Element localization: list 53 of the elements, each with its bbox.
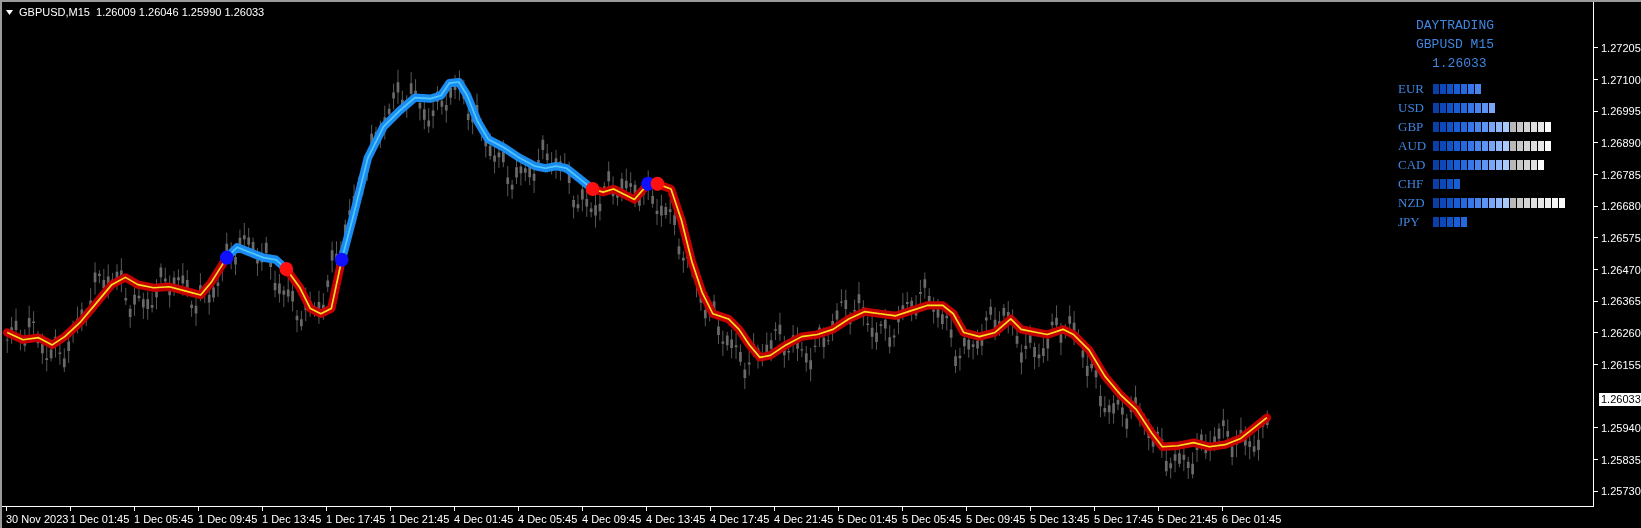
panel-price: 1.26033 xyxy=(1432,55,1487,73)
dropdown-caret-icon[interactable] xyxy=(6,9,13,15)
currency-label: JPY xyxy=(1398,213,1421,230)
time-tick: 5 Dec 01:45 xyxy=(838,513,899,525)
price-tick: 1.26680 xyxy=(1601,200,1641,213)
time-tick: 1 Dec 21:45 xyxy=(390,513,451,525)
price-tick: 1.26470 xyxy=(1601,263,1641,276)
signal-dot xyxy=(334,252,349,267)
price-tick: 1.25940 xyxy=(1601,421,1641,434)
currency-label: GBP xyxy=(1398,118,1425,135)
price-tick: 1.26995 xyxy=(1601,105,1641,118)
price-tick: 1.26260 xyxy=(1601,326,1641,339)
price-tick: 1.27205 xyxy=(1601,41,1641,54)
currency-label: AUD xyxy=(1398,137,1428,154)
time-tick: 5 Dec 13:45 xyxy=(1030,513,1091,525)
currency-label: CHF xyxy=(1398,175,1425,192)
time-tick: 4 Dec 21:45 xyxy=(774,513,835,525)
time-tick: 5 Dec 17:45 xyxy=(1094,513,1155,525)
current-price-label: 1.26033 xyxy=(1599,392,1641,406)
time-tick: 6 Dec 01:45 xyxy=(1222,513,1283,525)
time-tick: 1 Dec 09:45 xyxy=(198,513,259,525)
panel-title: DAYTRADING xyxy=(1416,17,1494,35)
time-tick: 5 Dec 21:45 xyxy=(1158,513,1219,525)
time-tick: 1 Dec 01:45 xyxy=(70,513,131,525)
currency-label: NZD xyxy=(1398,194,1426,211)
signal-dot xyxy=(585,182,600,197)
price-tick: 1.27100 xyxy=(1601,73,1641,86)
price-tick: 1.26155 xyxy=(1601,358,1641,371)
price-tick: 1.26365 xyxy=(1601,295,1641,308)
time-tick: 5 Dec 05:45 xyxy=(902,513,963,525)
signal-dot xyxy=(219,250,234,265)
signal-dot xyxy=(279,262,294,277)
time-tick: 4 Dec 01:45 xyxy=(454,513,515,525)
currency-label: CAD xyxy=(1398,156,1427,173)
time-tick: 4 Dec 05:45 xyxy=(518,513,579,525)
price-tick: 1.26785 xyxy=(1601,168,1641,181)
chart-title: GBPUSD,M15 1.26009 1.26046 1.25990 1.26033 xyxy=(19,6,265,18)
currency-label: USD xyxy=(1398,99,1425,116)
time-tick: 4 Dec 13:45 xyxy=(646,513,707,525)
price-tick: 1.26890 xyxy=(1601,136,1641,149)
time-tick: 1 Dec 13:45 xyxy=(262,513,323,525)
signal-dot xyxy=(650,176,665,191)
time-tick: 5 Dec 09:45 xyxy=(966,513,1027,525)
time-tick: 30 Nov 2023 xyxy=(6,513,70,525)
currency-label: EUR xyxy=(1398,80,1425,97)
time-tick: 4 Dec 17:45 xyxy=(710,513,771,525)
time-tick: 4 Dec 09:45 xyxy=(582,513,643,525)
time-tick: 1 Dec 17:45 xyxy=(326,513,387,525)
time-tick: 1 Dec 05:45 xyxy=(134,513,195,525)
price-tick: 1.25730 xyxy=(1601,485,1641,498)
symbol-timeframe: GBPUSD M15 xyxy=(1416,36,1494,54)
price-tick: 1.26575 xyxy=(1601,231,1641,244)
price-tick: 1.25835 xyxy=(1601,453,1641,466)
